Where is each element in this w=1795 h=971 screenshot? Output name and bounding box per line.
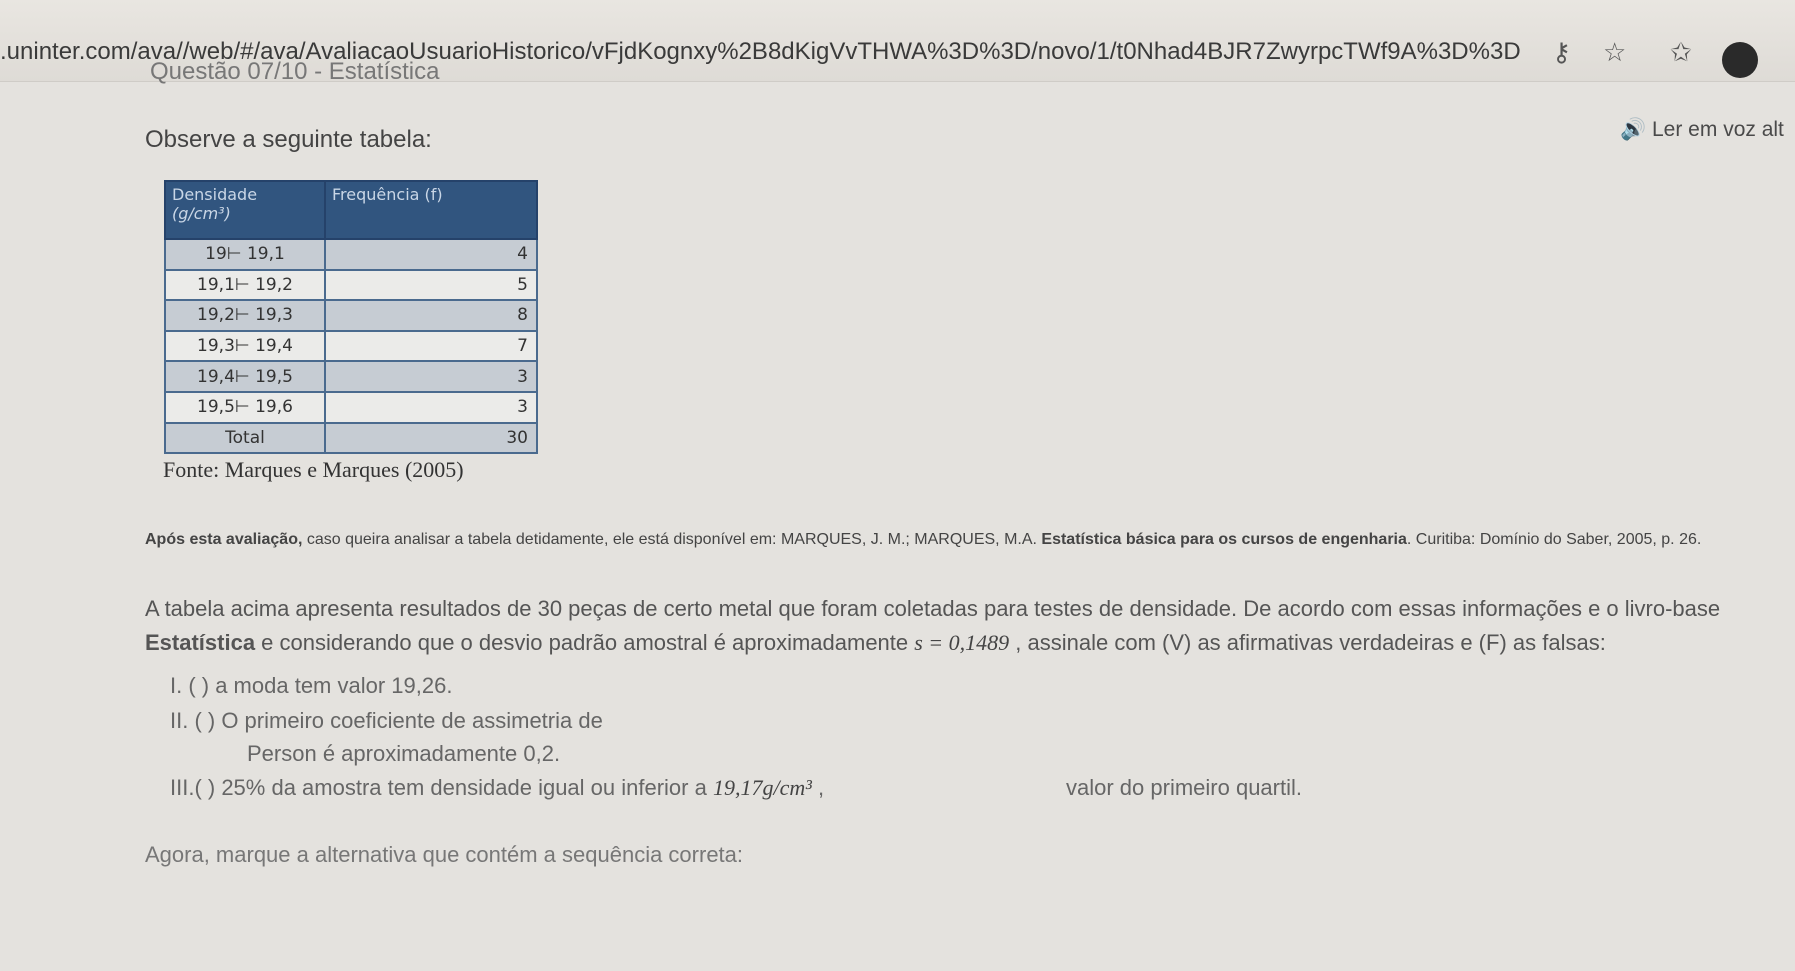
- std-dev-formula: s = 0,1489: [914, 630, 1010, 655]
- favorites-icon[interactable]: ✩: [1670, 38, 1692, 68]
- frequency-value: 7: [324, 329, 538, 363]
- star-icon[interactable]: ☆: [1603, 38, 1626, 68]
- table-source: Fonte: Marques e Marques (2005): [163, 457, 464, 482]
- density-range: 19⊢ 19,1: [164, 238, 326, 271]
- frequency-value: 5: [324, 268, 538, 302]
- speaker-icon: 🔊: [1620, 118, 1647, 141]
- statement-ii-line1: II. ( ) O primeiro coeficiente de assime…: [170, 708, 603, 733]
- frequency-value: 3: [324, 390, 538, 424]
- statement-iii-continuation: valor do primeiro quartil.: [1066, 775, 1302, 800]
- statement-iii: III.( ) 25% da amostra tem densidade igu…: [170, 775, 825, 800]
- final-prompt: Agora, marque a alternativa que contém a…: [145, 842, 744, 867]
- table-row: 19,3⊢ 19,4 7: [164, 329, 538, 363]
- total-label: Total: [164, 421, 326, 455]
- header-density: Densidade (g/cm³): [164, 180, 326, 240]
- total-value: 30: [324, 421, 538, 455]
- frequency-value: 8: [324, 299, 538, 332]
- density-range: 19,3⊢ 19,4: [164, 329, 326, 363]
- read-aloud-button[interactable]: 🔊 Ler em voz alt: [1620, 118, 1784, 142]
- key-icon[interactable]: ⚷: [1552, 38, 1571, 68]
- frequency-value: 4: [324, 238, 538, 271]
- frequency-value: 3: [324, 360, 538, 393]
- reference-note: Após esta avaliação, caso queira analisa…: [145, 531, 1702, 548]
- statement-ii-line2: Person é aproximadamente 0,2.: [247, 741, 561, 766]
- table-row: 19,1⊢ 19,2 5: [164, 268, 538, 302]
- table-row: 19,5⊢ 19,6 3: [164, 390, 538, 424]
- table-row: 19,2⊢ 19,3 8: [164, 299, 538, 332]
- header-frequency: Frequência (f): [324, 180, 538, 240]
- read-aloud-label: Ler em voz alt: [1652, 118, 1784, 141]
- table-row: 19⊢ 19,1 4: [164, 238, 538, 271]
- intro-text: Observe a seguinte tabela:: [145, 126, 432, 153]
- density-table: Densidade (g/cm³) Frequência (f) 19⊢ 19,…: [164, 180, 538, 455]
- density-range: 19,1⊢ 19,2: [164, 268, 326, 302]
- density-range: 19,2⊢ 19,3: [164, 299, 326, 332]
- table-row: 19,4⊢ 19,5 3: [164, 360, 538, 393]
- statement-i: I. ( ) a moda tem valor 19,26.: [170, 673, 453, 698]
- question-text: A tabela acima apresenta resultados de 3…: [145, 596, 1721, 655]
- density-range: 19,5⊢ 19,6: [164, 390, 326, 424]
- question-header: Questão 07/10 - Estatística: [150, 58, 440, 85]
- density-range: 19,4⊢ 19,5: [164, 360, 326, 393]
- quartile-formula: 19,17g/cm³: [712, 775, 812, 800]
- table-total-row: Total 30: [164, 421, 538, 455]
- profile-avatar[interactable]: [1722, 42, 1758, 78]
- table-header-row: Densidade (g/cm³) Frequência (f): [164, 180, 538, 240]
